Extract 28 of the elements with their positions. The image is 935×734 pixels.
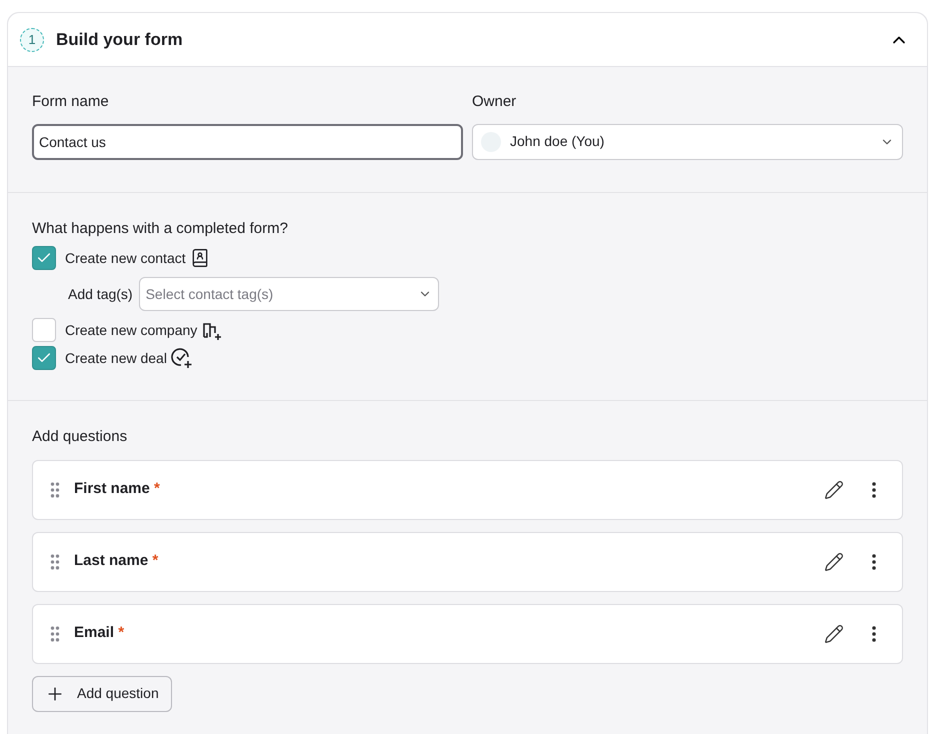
owner-select[interactable]: John doe (You): [472, 124, 903, 160]
more-vertical-icon: [872, 482, 876, 498]
section-title: Build your form: [56, 28, 183, 51]
form-name-input[interactable]: Contact us: [32, 124, 463, 160]
pencil-icon: [824, 552, 844, 572]
checkbox-label: Create new contact: [65, 248, 186, 268]
tag-select[interactable]: Select contact tag(s): [138, 277, 439, 311]
question-label: First name *: [74, 479, 160, 500]
step-number: 1: [20, 28, 44, 52]
more-vertical-icon: [872, 554, 876, 570]
checkbox-label: Create new company: [65, 320, 198, 340]
pencil-icon: [824, 624, 844, 644]
checkbox-label: Create new deal: [65, 348, 167, 368]
check-circle-plus-icon: [170, 347, 193, 369]
field-label: Form name: [32, 92, 110, 112]
question-label: Last name *: [74, 551, 158, 572]
group-title: What happens with a completed form?: [32, 218, 289, 238]
contact-book-icon: [190, 248, 210, 268]
tag-label: Add tag(s): [68, 284, 133, 304]
question-label: Email *: [74, 623, 124, 644]
add-question-button[interactable]: Add question: [32, 676, 172, 712]
group-title: Add questions: [32, 427, 128, 447]
pencil-icon: [824, 480, 844, 500]
more-vertical-icon: [872, 626, 876, 642]
checkbox[interactable]: [32, 318, 56, 342]
checkbox[interactable]: [32, 346, 56, 370]
field-label: Owner: [472, 92, 518, 112]
checkbox[interactable]: [32, 246, 56, 270]
